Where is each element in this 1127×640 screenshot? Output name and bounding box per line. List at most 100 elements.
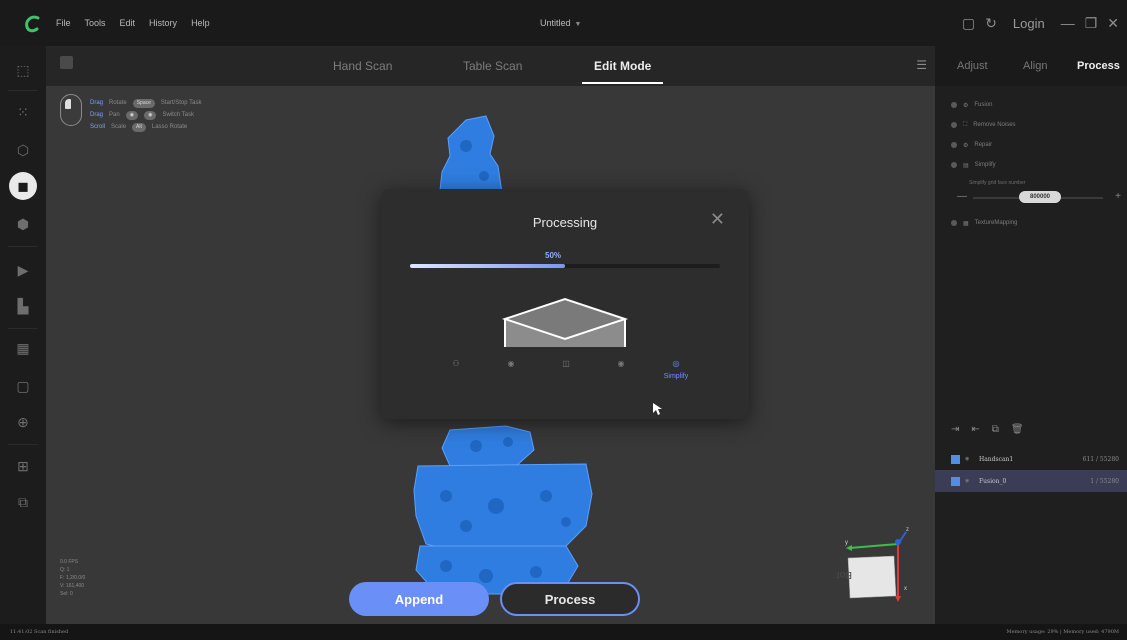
trash-icon[interactable]: 🗑 bbox=[1011, 424, 1024, 435]
textured-cube-icon[interactable]: ⬢ bbox=[13, 214, 33, 234]
menu-edit[interactable]: Edit bbox=[120, 18, 136, 28]
maximize-icon[interactable]: ❐ bbox=[1085, 15, 1098, 32]
checker-icon[interactable]: ▦ bbox=[13, 338, 33, 358]
status-message: 11:41:02 Scan finished bbox=[10, 629, 69, 635]
viewport-tabs: Hand Scan Table Scan Edit Mode ☰ bbox=[46, 46, 935, 86]
left-toolbar: ⬚ ⁙ ⬡ ◼ ⬢ ▶ ▙ ▦ ▢ ⊕ ⊞ ⧉ bbox=[0, 46, 46, 624]
texture-icon: ◎ bbox=[672, 359, 680, 368]
tab-table-scan[interactable]: Table Scan bbox=[463, 46, 522, 86]
process-button[interactable]: Process bbox=[500, 582, 640, 616]
plus-icon[interactable]: + bbox=[1115, 191, 1121, 202]
duplicate-icon[interactable]: ⧉ bbox=[992, 424, 999, 435]
process-item-fusion[interactable]: ⚙ Fusion bbox=[951, 100, 992, 110]
layer-row[interactable]: ◉ Fusion_0 1 / 55280 bbox=[935, 470, 1127, 492]
menu-history[interactable]: History bbox=[149, 18, 177, 28]
gizmo-face-label: Bottom bbox=[836, 569, 852, 580]
grid-icon[interactable]: ⊞ bbox=[13, 456, 33, 476]
radio-icon bbox=[951, 102, 957, 108]
screenshot-icon[interactable]: ▢ bbox=[962, 15, 975, 32]
menu-tools[interactable]: Tools bbox=[85, 18, 106, 28]
radio-icon bbox=[951, 220, 957, 226]
divider bbox=[8, 246, 38, 247]
view-cube-icon[interactable] bbox=[60, 56, 73, 69]
menu-file[interactable]: File bbox=[56, 18, 71, 28]
gizmo-x-label: x bbox=[904, 586, 907, 592]
radio-icon bbox=[951, 162, 957, 168]
tab-adjust[interactable]: Adjust bbox=[957, 46, 988, 86]
stat-f: F: 1,2/0,0/0 bbox=[60, 575, 86, 581]
tab-process[interactable]: Process bbox=[1077, 46, 1120, 86]
menu-bar: File Tools Edit History Help bbox=[56, 0, 210, 46]
model-cube-icon[interactable]: ◼ bbox=[9, 172, 37, 200]
process-item-repair[interactable]: ⚙ Repair bbox=[951, 140, 992, 150]
tab-align[interactable]: Align bbox=[1023, 46, 1047, 86]
hint-key: Scroll bbox=[90, 124, 106, 130]
mouse-icon bbox=[60, 94, 82, 126]
refresh-icon[interactable]: ↻ bbox=[985, 15, 997, 32]
minus-icon[interactable]: — bbox=[957, 191, 967, 202]
process-item-remove-noises[interactable]: ⛶ Remove Noises bbox=[951, 120, 1016, 130]
points-icon[interactable]: ⁙ bbox=[13, 102, 33, 122]
item-label: Remove Noises bbox=[973, 122, 1016, 128]
document-title[interactable]: Untitled ▼ bbox=[540, 0, 581, 46]
process-steps: ⚇ ◉ ◫ ◉ ◎ Simplify bbox=[441, 359, 701, 389]
export-icon[interactable]: ⇤ bbox=[971, 424, 979, 435]
tab-hand-scan[interactable]: Hand Scan bbox=[333, 46, 392, 86]
brush-icon[interactable]: ▙ bbox=[13, 296, 33, 316]
minimize-icon[interactable]: — bbox=[1061, 15, 1075, 31]
progress-fill bbox=[410, 264, 565, 268]
process-item-simplify[interactable]: ▤ Simplify bbox=[951, 160, 996, 170]
simplify-illustration bbox=[501, 297, 629, 347]
hint-desc: Start/Stop Task bbox=[160, 100, 202, 106]
append-button[interactable]: Append bbox=[349, 582, 489, 616]
item-label: TextureMapping bbox=[974, 220, 1018, 226]
menu-help[interactable]: Help bbox=[191, 18, 210, 28]
mesh-icon[interactable]: ⬡ bbox=[13, 140, 33, 160]
menu-icon[interactable]: ☰ bbox=[916, 58, 927, 72]
simplify-icon: ▤ bbox=[963, 162, 969, 169]
layer-name: Fusion_0 bbox=[979, 477, 1007, 485]
import-icon[interactable]: ⇥ bbox=[951, 424, 959, 435]
crosshair-icon[interactable]: ⊕ bbox=[13, 412, 33, 432]
stat-v: V: 161,400 bbox=[60, 583, 85, 589]
item-label: Repair bbox=[974, 142, 993, 148]
step-remove-noises: ◉ bbox=[496, 359, 526, 369]
item-label: Fusion bbox=[974, 102, 993, 108]
play-icon[interactable]: ▶ bbox=[13, 260, 33, 280]
hint-kbd-icon: ◉ bbox=[144, 110, 157, 120]
fusion-icon: ⚇ bbox=[452, 359, 460, 368]
frame-icon[interactable]: ▢ bbox=[13, 376, 33, 396]
process-item-texture-mapping[interactable]: ▦ TextureMapping bbox=[951, 218, 1017, 228]
axis-gizmo[interactable]: y z x Bottom bbox=[836, 526, 926, 606]
right-panel: Adjust Align Process ⚙ Fusion ⛶ Remove Noi… bbox=[935, 46, 1127, 624]
wrench-icon: ⚙ bbox=[963, 142, 969, 149]
status-bar: 11:41:02 Scan finished Memory usage: 29%… bbox=[0, 624, 1127, 640]
layers-icon[interactable]: ⧉ bbox=[13, 492, 33, 512]
filter-icon: ⛶ bbox=[963, 121, 968, 128]
simplify-value[interactable]: 800000 bbox=[1019, 191, 1061, 203]
divider bbox=[8, 444, 38, 445]
close-icon[interactable]: ✕ bbox=[710, 209, 725, 230]
hint-action: Pan bbox=[109, 112, 120, 118]
hint-key: Drag bbox=[90, 100, 104, 106]
progress-percent: 50% bbox=[545, 251, 562, 260]
step-simplify: ◉ bbox=[606, 359, 636, 369]
simplify-slider[interactable]: — 800000 + bbox=[957, 191, 1121, 205]
eye-icon[interactable]: ◉ bbox=[965, 478, 969, 484]
step-fusion: ⚇ bbox=[441, 359, 471, 369]
tab-edit-mode[interactable]: Edit Mode bbox=[581, 46, 664, 86]
stat-sel: Sel: 0 bbox=[60, 591, 73, 597]
select-frame-icon[interactable]: ⬚ bbox=[13, 60, 33, 80]
close-icon[interactable]: ✕ bbox=[1107, 15, 1119, 32]
layer-checkbox[interactable] bbox=[951, 455, 960, 464]
mouse-cursor-icon bbox=[653, 403, 662, 415]
eye-icon[interactable]: ◉ bbox=[965, 456, 969, 462]
stat-q: Q: 1 bbox=[60, 567, 70, 573]
hint-kbd: Alt bbox=[132, 122, 146, 132]
window-controls: ▢ ↻ Login — ❐ ✕ bbox=[962, 0, 1119, 46]
layer-checkbox[interactable] bbox=[951, 477, 960, 486]
login-button[interactable]: Login bbox=[1013, 16, 1045, 31]
gizmo-z-label: z bbox=[906, 527, 909, 533]
layer-row[interactable]: ◉ Handscan1 611 / 55280 bbox=[935, 448, 1127, 470]
repair-icon: ◫ bbox=[562, 359, 570, 368]
